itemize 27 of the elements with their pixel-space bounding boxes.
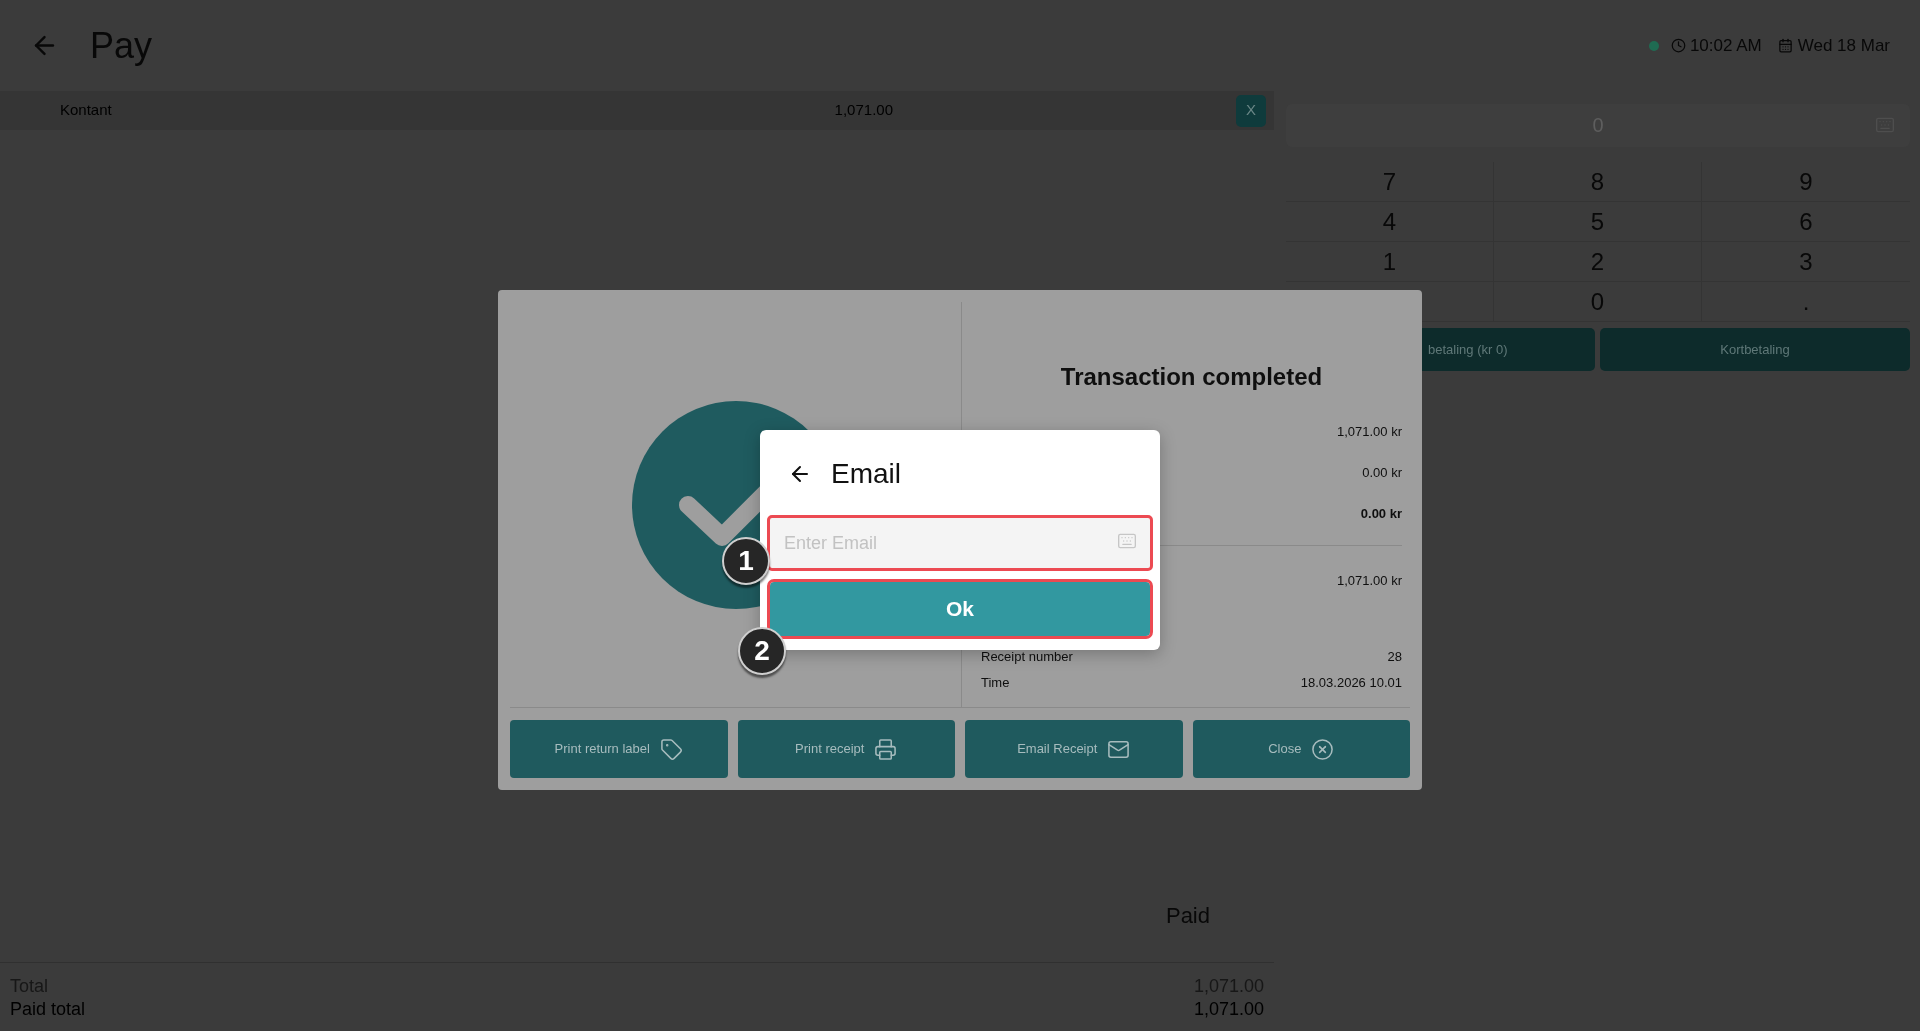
receipt-value: 18.03.2026 10.01 (1300, 674, 1402, 693)
dialog-action-button[interactable]: Print receipt (737, 720, 955, 778)
payment-method-button[interactable]: betaling (kr 0) (1422, 328, 1595, 371)
keyboard-icon[interactable] (1116, 531, 1138, 551)
ok-button[interactable]: Ok (770, 582, 1150, 636)
amount-value: 0.00 kr (1362, 463, 1402, 482)
amount-value: 1,071.00 kr (1336, 422, 1402, 441)
amount-value: 0.00 kr (1360, 504, 1402, 523)
printer-icon (874, 737, 898, 761)
dialog-action-button[interactable]: Close (1192, 720, 1410, 778)
clock-icon (1670, 38, 1686, 53)
dialog-title: Email (831, 458, 901, 490)
dialog-action-button[interactable]: Email Receipt (965, 720, 1183, 778)
summary-label: Paid total (10, 998, 86, 1021)
receipt-label: Time (981, 674, 1010, 693)
dialog-action-button[interactable]: Print return label (510, 720, 728, 778)
close-icon (1311, 737, 1335, 761)
tag-icon (659, 737, 683, 761)
keypad-key[interactable]: . (1702, 282, 1910, 321)
receipt-label: Receipt number (981, 648, 1073, 667)
summary-value: 1,071.00 (1193, 998, 1264, 1021)
payment-method-button[interactable]: Kortbetaling (1600, 328, 1910, 371)
receipt-value: 28 (1387, 648, 1402, 667)
calendar-icon (1777, 38, 1793, 53)
remove-payment-button[interactable]: X (1236, 94, 1266, 127)
amount-value: 1,071.00 kr (1336, 571, 1402, 590)
dialog-title: Transaction completed (1059, 362, 1324, 392)
